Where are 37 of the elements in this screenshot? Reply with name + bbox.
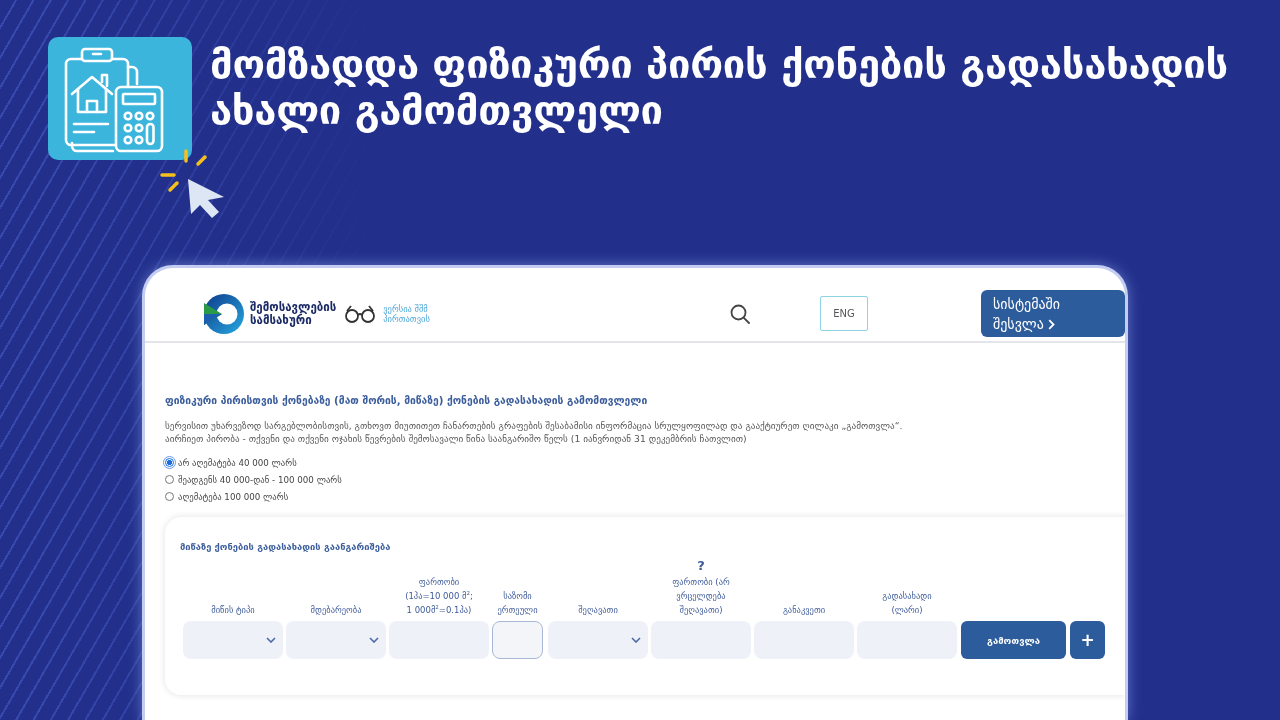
column-header: განაკვეთი — [782, 604, 826, 617]
chevron-down-icon — [266, 637, 276, 643]
radio-button[interactable] — [165, 475, 174, 484]
page-heading: ფიზიკური პირისთვის ქონებაზე (მათ შორის, მიწაზე) ქონების გადასახადის გამომთვლელი — [165, 393, 649, 408]
dropdown-field[interactable] — [183, 621, 283, 659]
dropdown-field[interactable] — [548, 621, 648, 659]
search-icon[interactable] — [730, 303, 750, 324]
radio-button[interactable] — [165, 492, 174, 501]
input-field[interactable] — [492, 621, 543, 659]
option-label[interactable]: აღემატება 100 000 ლარს — [178, 490, 289, 503]
column-header: გადასახადი (ლარი) — [881, 590, 933, 617]
column-header: ფართობი (არ ვრცელდება შეღავათი) — [671, 576, 731, 617]
logo-link[interactable]: შემოსავლების სამსახური — [203, 292, 337, 335]
help-mark[interactable]: ? — [697, 558, 705, 574]
dropdown-field[interactable] — [286, 621, 386, 659]
chevron-down-icon — [631, 637, 641, 643]
option-label[interactable]: არ აღემატება 40 000 ლარს — [178, 456, 297, 469]
column-header: მიწის ტიპი — [211, 604, 255, 617]
glasses-icon — [344, 304, 377, 323]
add-button[interactable]: + — [1070, 621, 1105, 659]
option-label[interactable]: შეადგენს 40 000-დან - 100 000 ლარს — [178, 473, 342, 486]
instruction-text: აირჩიეთ პირობა - თქვენი და თქვენი ოჯახის წევრების შემოსავალი წინა საანგარიშო წელს (1 იანვრიდან 31 დეკემბრის ჩათვლით) — [165, 432, 748, 445]
clipboard-calculator-icon — [48, 37, 192, 160]
card-title: მიწაზე ქონების გადასახადის გაანგარიშება — [180, 540, 392, 554]
logo-icon — [203, 292, 245, 335]
language-button[interactable]: ENG — [820, 296, 868, 331]
column-header: შეღავათი — [578, 604, 618, 617]
column-header: მდებარეობა — [310, 604, 362, 617]
headline: მომზადდა ფიზიკური პირის ქონების გადასახადის ახალი გამომთვლელი — [210, 41, 1230, 133]
login-button[interactable]: სისტემაში შესვლა — [981, 290, 1125, 337]
radio-button[interactable] — [165, 458, 174, 467]
calculate-button[interactable]: გამოთვლა — [961, 621, 1066, 659]
column-header: ფართობი (1ჰა=10 000 მ$^{2}$; 1 000მ$^{2}$=0.1ჰა) — [404, 576, 474, 617]
column-header: საზომი ერთეული — [496, 590, 539, 617]
instruction-text: სერვისით უხარვეზოდ სარგებლობისთვის, გთხოვთ მიუთითეთ ჩანართების გრაფების შესაბამისი ინფორმაცია სრულყოფილად და გააქტიურეთ ღილაკი „გამოთვლა“. — [165, 419, 904, 432]
chevron-right-icon — [1048, 318, 1056, 330]
chevron-down-icon — [369, 637, 379, 643]
